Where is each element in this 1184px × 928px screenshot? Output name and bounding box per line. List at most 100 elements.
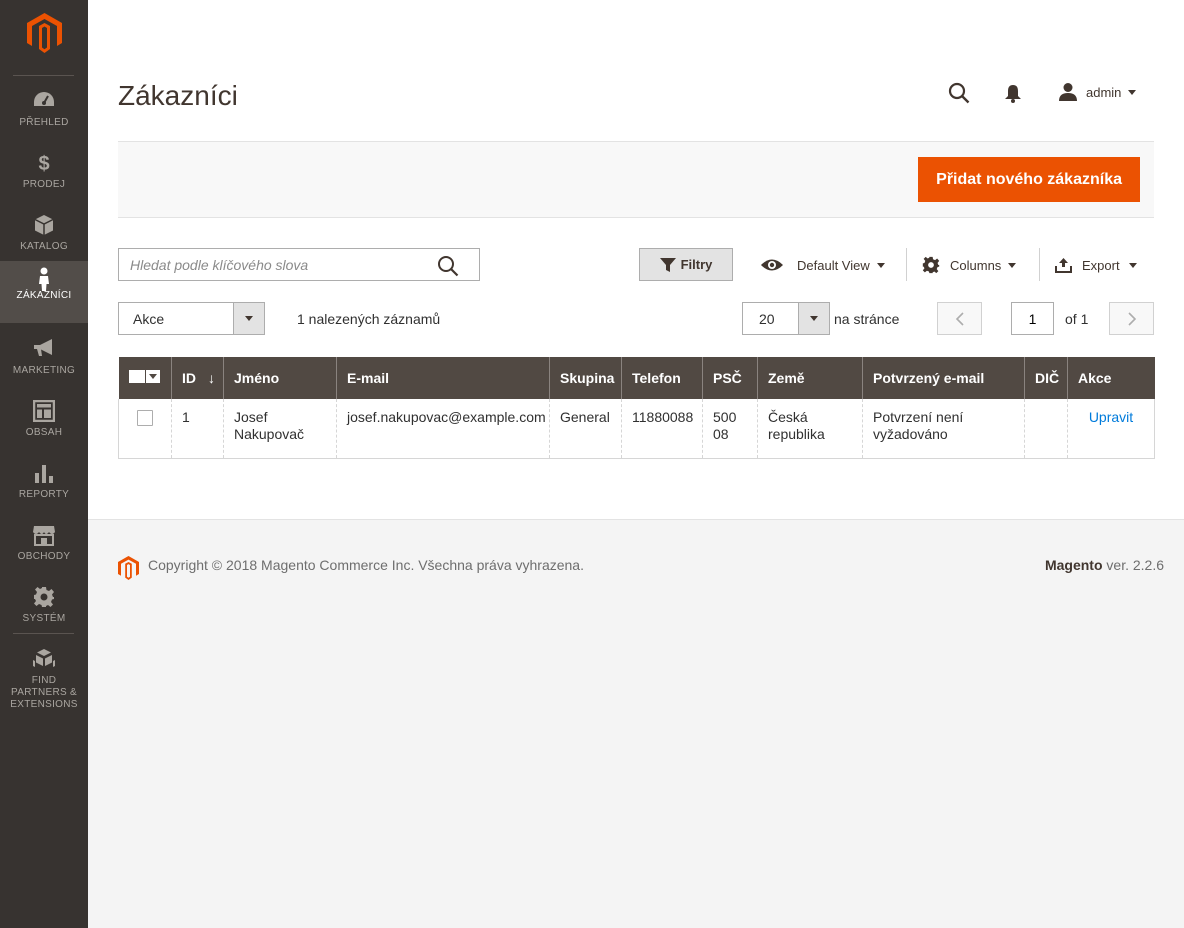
chevron-down-icon: [1128, 89, 1137, 95]
sidebar-item-dashboard[interactable]: PŘEHLED: [0, 88, 88, 150]
sidebar-divider: [13, 633, 74, 634]
sidebar-item-label: REPORTY: [18, 489, 70, 500]
column-header-email[interactable]: E-mail: [336, 357, 550, 399]
magento-logo[interactable]: [0, 0, 88, 75]
cell-name: Josef Nakupovač: [223, 399, 337, 459]
main-content: Zákazníci admin Přidat nového zákazníka …: [88, 0, 1184, 519]
sidebar-item-sales[interactable]: $ PRODEJ: [0, 150, 88, 212]
total-pages: of 1: [1065, 311, 1089, 327]
mass-select-header[interactable]: [118, 357, 172, 399]
sidebar-item-partners[interactable]: FIND PARTNERS & EXTENSIONS: [0, 646, 88, 710]
cell-action: Upravit: [1067, 399, 1155, 459]
gear-icon: [0, 584, 88, 610]
column-header-zip[interactable]: PSČ: [702, 357, 758, 399]
bar-chart-icon: [0, 460, 88, 486]
cell-group: General: [549, 399, 622, 459]
dropdown-toggle[interactable]: [798, 303, 829, 334]
chevron-down-icon: [245, 316, 253, 321]
row-checkbox[interactable]: [137, 410, 153, 426]
mass-action-select[interactable]: Akce: [118, 302, 265, 335]
cell-phone: 11880088: [621, 399, 703, 459]
row-select-cell: [118, 399, 172, 459]
admin-username: admin: [1086, 84, 1122, 100]
column-header-phone[interactable]: Telefon: [621, 357, 703, 399]
version-number: ver. 2.2.6: [1106, 557, 1164, 573]
store-icon: [0, 522, 88, 548]
column-header-id[interactable]: ID ↓: [171, 357, 224, 399]
admin-user-menu[interactable]: admin: [1058, 82, 1137, 102]
cell-country: Česká republika: [757, 399, 863, 459]
column-header-action: Akce: [1067, 357, 1155, 399]
person-icon: [0, 261, 88, 291]
table-row[interactable]: 1 Josef Nakupovač josef.nakupovac@exampl…: [118, 399, 1155, 459]
view-switcher[interactable]: Default View: [760, 250, 885, 280]
cell-vat: [1024, 399, 1068, 459]
global-search-icon[interactable]: [948, 82, 970, 107]
chevron-down-icon: [810, 316, 818, 321]
dollar-icon: $: [0, 150, 88, 176]
cubes-icon: [0, 646, 88, 672]
column-header-country[interactable]: Země: [757, 357, 863, 399]
sidebar-item-label: SYSTÉM: [22, 613, 66, 624]
sidebar-item-label: FIND PARTNERS & EXTENSIONS: [10, 675, 78, 710]
sidebar-item-label: OBCHODY: [17, 551, 71, 562]
dashboard-icon: [0, 88, 88, 114]
edit-link[interactable]: Upravit: [1089, 409, 1133, 425]
sort-arrow-icon: ↓: [208, 370, 215, 386]
sidebar-item-content[interactable]: OBSAH: [0, 398, 88, 460]
column-header-vat[interactable]: DIČ: [1024, 357, 1068, 399]
page-title: Zákazníci: [118, 80, 238, 111]
export-icon: [1055, 258, 1072, 273]
sidebar-item-reports[interactable]: REPORTY: [0, 460, 88, 522]
current-page-input[interactable]: [1011, 302, 1054, 335]
export-control[interactable]: Export: [1055, 250, 1137, 280]
column-header-name[interactable]: Jméno: [223, 357, 337, 399]
columns-control[interactable]: Columns: [922, 250, 1017, 280]
sidebar-item-marketing[interactable]: MARKETING: [0, 336, 88, 398]
sidebar-item-system[interactable]: SYSTÉM: [0, 584, 88, 646]
export-label: Export: [1082, 257, 1120, 273]
chevron-down-icon: [1128, 262, 1137, 268]
magento-version: Magento ver. 2.2.6: [1045, 557, 1164, 573]
sidebar-item-label: ZÁKAZNÍCI: [16, 290, 72, 301]
sidebar-item-label: OBSAH: [25, 427, 63, 438]
toolbar-divider: [906, 248, 907, 281]
previous-page-button[interactable]: [937, 302, 982, 335]
cell-confirmed: Potvrzení není vyžadováno: [862, 399, 1025, 459]
mass-action-value: Akce: [133, 311, 165, 327]
keyword-search-input[interactable]: [119, 249, 419, 280]
mass-select-checkbox[interactable]: [128, 370, 160, 383]
layout-icon: [0, 398, 88, 424]
sidebar-item-label: PŘEHLED: [19, 117, 69, 128]
records-found: 1 nalezených záznamů: [297, 311, 441, 327]
filter-icon: [659, 257, 676, 272]
chevron-down-icon: [145, 370, 160, 383]
copyright-text: Copyright © 2018 Magento Commerce Inc. V…: [148, 557, 584, 573]
per-page-value: 20: [759, 311, 775, 327]
sidebar-divider: [13, 75, 74, 76]
chevron-right-icon: [1127, 311, 1136, 326]
dropdown-toggle[interactable]: [233, 303, 264, 334]
sidebar-item-label: MARKETING: [12, 365, 76, 376]
filters-button[interactable]: Filtry: [639, 248, 733, 281]
page-actions-bar: Přidat nového zákazníka: [118, 141, 1154, 218]
svg-text:$: $: [38, 153, 49, 174]
search-icon[interactable]: [437, 255, 459, 280]
magento-footer-logo-icon: [118, 556, 139, 583]
sidebar-item-label: PRODEJ: [22, 179, 66, 190]
admin-sidebar: PŘEHLED $ PRODEJ KATALOG ZÁKAZNÍCI MARKE…: [0, 0, 88, 928]
chevron-down-icon: [876, 262, 885, 268]
column-header-confirmed-email[interactable]: Potvrzený e-mail: [862, 357, 1025, 399]
per-page-select[interactable]: 20: [742, 302, 830, 335]
next-page-button[interactable]: [1109, 302, 1154, 335]
add-new-customer-button[interactable]: Přidat nového zákazníka: [918, 157, 1140, 202]
eye-icon: [761, 259, 783, 271]
grid-header-row: ID ↓ Jméno E-mail Skupina Telefon PSČ Zem…: [118, 357, 1155, 399]
footer-divider: [88, 519, 1184, 520]
notifications-bell-icon[interactable]: [1004, 84, 1022, 107]
keyword-search: [118, 248, 480, 281]
customers-grid: ID ↓ Jméno E-mail Skupina Telefon PSČ Zem…: [118, 357, 1155, 459]
sidebar-item-stores[interactable]: OBCHODY: [0, 522, 88, 584]
column-header-group[interactable]: Skupina: [549, 357, 622, 399]
sidebar-item-customers[interactable]: ZÁKAZNÍCI: [0, 261, 88, 323]
